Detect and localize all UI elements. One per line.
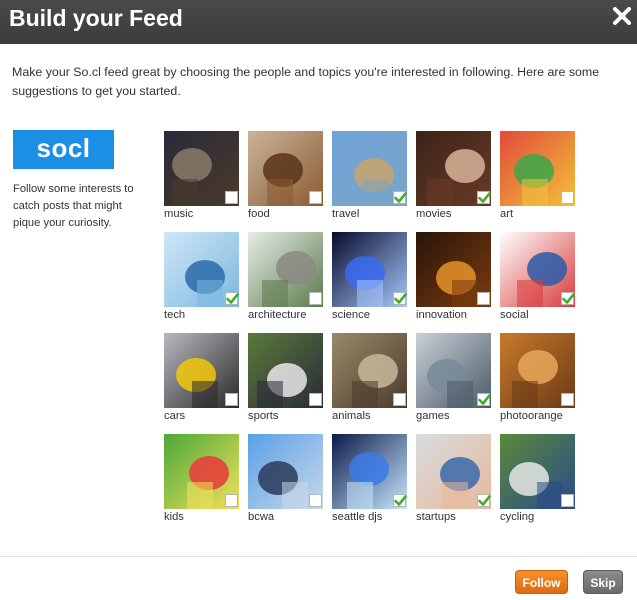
topic-thumbnail[interactable]: [332, 131, 407, 206]
topic-tile[interactable]: games: [416, 333, 491, 428]
checkbox[interactable]: [309, 393, 322, 406]
checkbox-checked[interactable]: [225, 292, 239, 305]
checkbox-checked[interactable]: [477, 494, 491, 507]
checkbox-checked[interactable]: [393, 191, 407, 204]
topic-tile[interactable]: social: [500, 232, 575, 327]
topic-tile[interactable]: science: [332, 232, 407, 327]
checkbox-checked[interactable]: [393, 292, 407, 305]
topic-thumbnail[interactable]: [248, 232, 323, 307]
checkbox[interactable]: [477, 292, 490, 305]
topic-label[interactable]: innovation: [416, 309, 467, 321]
topic-thumbnail[interactable]: [164, 333, 239, 408]
checkmark-icon: [478, 495, 491, 506]
topic-tile[interactable]: music: [164, 131, 239, 226]
socl-logo: socl: [13, 130, 114, 169]
topic-thumbnail[interactable]: [500, 333, 575, 408]
dialog-title: Build your Feed: [9, 5, 183, 31]
topic-tile[interactable]: food: [248, 131, 323, 226]
topic-thumbnail[interactable]: [332, 232, 407, 307]
skip-button[interactable]: Skip: [583, 570, 623, 594]
checkmark-icon: [562, 293, 575, 304]
dialog-title-bar: Build your Feed: [0, 0, 637, 44]
topic-tile[interactable]: cars: [164, 333, 239, 428]
topic-label[interactable]: kids: [164, 511, 184, 523]
topic-thumbnail[interactable]: [500, 434, 575, 509]
checkbox[interactable]: [309, 191, 322, 204]
topic-label[interactable]: games: [416, 410, 450, 422]
topic-thumbnail[interactable]: [416, 333, 491, 408]
topic-thumbnail[interactable]: [416, 131, 491, 206]
topic-label[interactable]: photoorange: [500, 410, 563, 422]
topic-thumbnail[interactable]: [416, 232, 491, 307]
checkbox[interactable]: [561, 191, 574, 204]
checkbox[interactable]: [225, 393, 238, 406]
checkbox-checked[interactable]: [477, 191, 491, 204]
topic-label[interactable]: cycling: [500, 511, 534, 523]
topic-thumbnail[interactable]: [332, 333, 407, 408]
checkmark-icon: [478, 394, 491, 405]
topic-tile[interactable]: art: [500, 131, 575, 226]
topic-label[interactable]: art: [500, 208, 513, 220]
footer-divider: [0, 556, 637, 557]
checkbox[interactable]: [393, 393, 406, 406]
topic-thumbnail[interactable]: [248, 131, 323, 206]
topic-thumbnail[interactable]: [164, 131, 239, 206]
checkmark-icon: [394, 192, 407, 203]
topic-tile[interactable]: seattle djs: [332, 434, 407, 529]
topic-label[interactable]: sports: [248, 410, 278, 422]
checkmark-icon: [394, 293, 407, 304]
topic-label[interactable]: social: [500, 309, 529, 321]
checkbox[interactable]: [561, 494, 574, 507]
intro-text: Make your So.cl feed great by choosing t…: [12, 65, 600, 98]
topic-tile[interactable]: architecture: [248, 232, 323, 327]
checkbox[interactable]: [561, 393, 574, 406]
topic-label[interactable]: movies: [416, 208, 451, 220]
checkbox[interactable]: [225, 191, 238, 204]
topic-tile[interactable]: animals: [332, 333, 407, 428]
topic-label[interactable]: science: [332, 309, 370, 321]
topic-tile[interactable]: startups: [416, 434, 491, 529]
topic-tile[interactable]: sports: [248, 333, 323, 428]
topic-tile[interactable]: innovation: [416, 232, 491, 327]
checkmark-icon: [478, 192, 491, 203]
topic-tile[interactable]: tech: [164, 232, 239, 327]
topic-tile[interactable]: cycling: [500, 434, 575, 529]
topic-tile[interactable]: travel: [332, 131, 407, 226]
topic-label[interactable]: travel: [332, 208, 359, 220]
topic-thumbnail[interactable]: [248, 333, 323, 408]
topic-label[interactable]: startups: [416, 511, 456, 523]
checkmark-icon: [394, 495, 407, 506]
topic-thumbnail[interactable]: [164, 434, 239, 509]
checkbox-checked[interactable]: [561, 292, 575, 305]
checkbox-checked[interactable]: [477, 393, 491, 406]
topic-label[interactable]: tech: [164, 309, 185, 321]
topic-label[interactable]: architecture: [248, 309, 306, 321]
topic-thumbnail[interactable]: [248, 434, 323, 509]
checkbox[interactable]: [309, 494, 322, 507]
topic-thumbnail[interactable]: [164, 232, 239, 307]
topic-tile[interactable]: photoorange: [500, 333, 575, 428]
topic-label[interactable]: cars: [164, 410, 185, 422]
topic-thumbnail[interactable]: [332, 434, 407, 509]
topic-thumbnail[interactable]: [500, 131, 575, 206]
follow-button[interactable]: Follow: [515, 570, 568, 594]
topic-tile[interactable]: kids: [164, 434, 239, 529]
checkbox[interactable]: [309, 292, 322, 305]
checkbox[interactable]: [225, 494, 238, 507]
checkbox-checked[interactable]: [393, 494, 407, 507]
topic-label[interactable]: music: [164, 208, 193, 220]
topic-label[interactable]: seattle djs: [332, 511, 382, 523]
topic-label[interactable]: animals: [332, 410, 371, 422]
topic-tile[interactable]: bcwa: [248, 434, 323, 529]
topic-thumbnail[interactable]: [416, 434, 491, 509]
topic-thumbnail[interactable]: [500, 232, 575, 307]
topic-tile[interactable]: movies: [416, 131, 491, 226]
checkmark-icon: [226, 293, 239, 304]
topic-label[interactable]: food: [248, 208, 270, 220]
topic-label[interactable]: bcwa: [248, 511, 274, 523]
close-x-icon[interactable]: [609, 3, 635, 29]
sidebar-description: Follow some interests to catch posts tha…: [13, 183, 134, 229]
